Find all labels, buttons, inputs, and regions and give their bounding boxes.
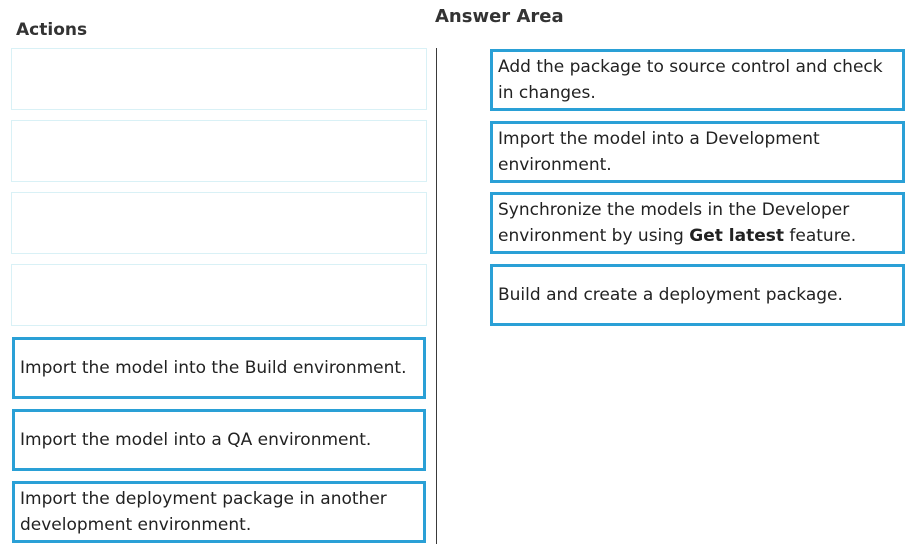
empty-action-slot-2[interactable]	[11, 120, 427, 182]
answer-card-text-part: feature.	[783, 226, 857, 246]
answer-card-text: Import the model into a Development envi…	[498, 129, 820, 175]
answer-card-add-to-source-control[interactable]: Add the package to source control and ch…	[490, 49, 905, 111]
action-card-import-deployment-package[interactable]: Import the deployment package in another…	[12, 481, 426, 543]
answer-card-text: Synchronize the models in the Developer …	[498, 197, 897, 249]
answer-card-text: Build and create a deployment package.	[498, 285, 843, 305]
empty-action-slot-4[interactable]	[11, 264, 427, 326]
answer-card-build-deployment-package[interactable]: Build and create a deployment package.	[490, 264, 905, 326]
action-card-text: Import the deployment package in another…	[20, 489, 387, 535]
get-latest-emphasis: Get latest	[689, 226, 784, 246]
empty-action-slot-3[interactable]	[11, 192, 427, 254]
answer-card-synchronize-models[interactable]: Synchronize the models in the Developer …	[490, 192, 905, 254]
actions-heading: Actions	[16, 20, 88, 40]
empty-action-slot-1[interactable]	[11, 48, 427, 110]
action-card-text: Import the model into a QA environment.	[20, 430, 372, 450]
answer-card-text: Add the package to source control and ch…	[498, 57, 883, 103]
action-card-import-qa[interactable]: Import the model into a QA environment.	[12, 409, 426, 471]
action-card-text: Import the model into the Build environm…	[20, 358, 407, 378]
column-divider	[436, 48, 437, 544]
answer-card-import-development[interactable]: Import the model into a Development envi…	[490, 121, 905, 183]
answer-area-heading: Answer Area	[435, 6, 564, 27]
action-card-import-build[interactable]: Import the model into the Build environm…	[12, 337, 426, 399]
